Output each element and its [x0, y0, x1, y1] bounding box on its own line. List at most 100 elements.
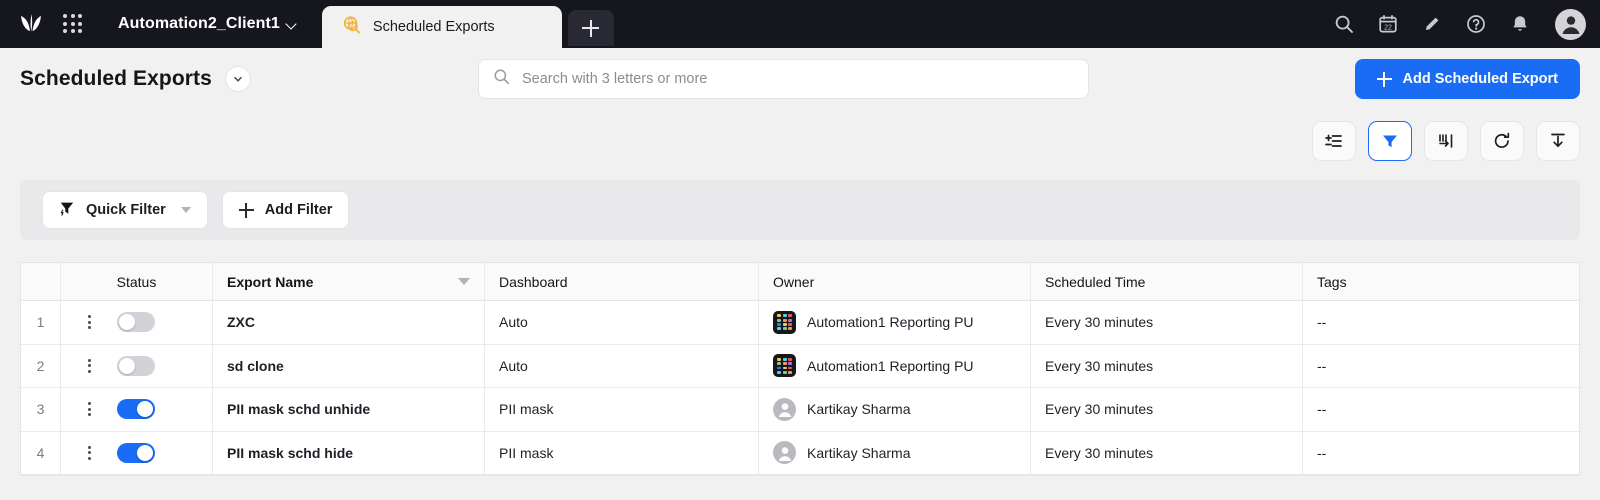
table-row[interactable]: 1 ZXC Auto Automation1 Reporting PU Ever… [21, 301, 1579, 345]
client-selector[interactable]: Automation2_Client1 [118, 15, 298, 33]
refresh-icon [1494, 132, 1510, 148]
search-icon [493, 68, 510, 90]
plus-icon [1376, 71, 1392, 87]
add-filter-button[interactable]: Add Filter [221, 191, 350, 229]
help-icon[interactable] [1465, 13, 1487, 35]
table-row[interactable]: 3 PII mask schd unhide PII mask Kartikay… [21, 388, 1579, 432]
user-avatar-icon[interactable] [1555, 8, 1586, 40]
row-index: 4 [21, 431, 61, 474]
globe-search-icon [342, 15, 361, 39]
row-owner: Automation1 Reporting PU [759, 344, 1031, 387]
status-toggle[interactable] [117, 399, 155, 420]
row-owner-label: Kartikay Sharma [807, 401, 911, 418]
header-status: Status [61, 263, 213, 300]
row-menu-icon[interactable] [79, 315, 99, 330]
caret-down-icon [180, 207, 191, 213]
row-dashboard: PII mask [485, 388, 759, 431]
row-tags: -- [1317, 357, 1327, 374]
filter-button[interactable] [1368, 121, 1412, 161]
leaf-logo-icon[interactable] [16, 9, 46, 39]
plus-icon [582, 19, 600, 37]
row-dashboard: Auto [485, 344, 759, 387]
status-toggle[interactable] [117, 442, 155, 463]
page-title: Scheduled Exports [20, 67, 212, 90]
caret-down-icon[interactable] [458, 278, 470, 285]
header-scheduled-time: Scheduled Time [1031, 263, 1303, 300]
header-tags: Tags [1317, 273, 1347, 290]
row-dashboard: Auto [485, 301, 759, 344]
add-filter-label: Add Filter [264, 202, 333, 218]
row-tags: -- [1317, 444, 1327, 461]
search-bar[interactable] [478, 59, 1089, 99]
quick-filter-label: Quick Filter [86, 202, 166, 218]
table-header-row: Status Export Name Dashboard Owner Sched… [21, 263, 1579, 301]
client-name-label: Automation2_Client1 [118, 15, 280, 32]
row-menu-icon[interactable] [79, 445, 99, 460]
row-menu-icon[interactable] [79, 358, 99, 373]
person-avatar [773, 397, 796, 421]
row-scheduled-time: Every 30 minutes [1031, 431, 1303, 474]
row-index: 3 [21, 388, 61, 431]
top-bar-actions: 22 [1333, 0, 1586, 48]
row-index: 2 [21, 344, 61, 387]
table-toolbar [0, 110, 1600, 172]
top-bar: Automation2_Client1 Scheduled Exports 22 [0, 0, 1600, 48]
chevron-down-icon [234, 76, 242, 82]
pencil-icon[interactable] [1421, 13, 1443, 35]
quick-filter-icon [59, 200, 75, 220]
tab-scheduled-exports[interactable]: Scheduled Exports [321, 6, 562, 48]
bell-icon[interactable] [1509, 13, 1531, 35]
pin-column-button[interactable] [1424, 121, 1468, 161]
add-scheduled-export-label: Add Scheduled Export [1402, 71, 1559, 87]
list-settings-icon [1325, 134, 1342, 147]
row-status [61, 301, 213, 344]
chevron-down-icon [287, 19, 298, 30]
search-icon[interactable] [1333, 13, 1355, 35]
export-button[interactable] [1536, 121, 1580, 161]
refresh-button[interactable] [1480, 121, 1524, 161]
column-settings-button[interactable] [1312, 121, 1356, 161]
app-tile-avatar [773, 354, 796, 378]
status-toggle[interactable] [117, 355, 155, 376]
search-input[interactable] [522, 71, 1074, 87]
row-export-name: PII mask schd unhide [213, 388, 485, 431]
table-row[interactable]: 2 sd clone Auto Automation1 Reporting PU… [21, 344, 1579, 388]
row-owner: Automation1 Reporting PU [759, 301, 1031, 344]
row-tags: -- [1317, 314, 1327, 331]
add-scheduled-export-button[interactable]: Add Scheduled Export [1354, 59, 1580, 99]
calendar-icon[interactable]: 22 [1377, 13, 1399, 35]
header-export-name[interactable]: Export Name [213, 263, 485, 300]
quick-filter-dropdown[interactable]: Quick Filter [42, 191, 208, 229]
row-scheduled-time: Every 30 minutes [1031, 388, 1303, 431]
tab-label: Scheduled Exports [372, 19, 495, 35]
filter-icon [1383, 135, 1397, 148]
row-dashboard: PII mask [485, 431, 759, 474]
row-export-name: ZXC [213, 301, 485, 344]
row-owner: Kartikay Sharma [759, 431, 1031, 474]
scheduled-exports-table: Status Export Name Dashboard Owner Sched… [20, 262, 1580, 476]
header-dashboard: Dashboard [485, 263, 759, 300]
row-status [61, 431, 213, 474]
row-export-name: sd clone [213, 344, 485, 387]
row-status [61, 388, 213, 431]
person-avatar [773, 441, 796, 465]
row-owner: Kartikay Sharma [759, 388, 1031, 431]
status-toggle[interactable] [117, 312, 155, 333]
app-tile-avatar [773, 310, 796, 334]
row-owner-label: Automation1 Reporting PU [807, 314, 974, 331]
table-row[interactable]: 4 PII mask schd hide PII mask Kartikay S… [21, 431, 1579, 475]
row-owner-label: Kartikay Sharma [807, 444, 911, 461]
row-menu-icon[interactable] [79, 402, 99, 417]
new-tab-button[interactable] [567, 10, 614, 46]
download-icon [1551, 133, 1565, 148]
row-scheduled-time: Every 30 minutes [1031, 344, 1303, 387]
row-index: 1 [21, 301, 61, 344]
app-grid-icon[interactable] [60, 11, 86, 37]
row-status [61, 344, 213, 387]
header-owner: Owner [759, 263, 1031, 300]
row-tags: -- [1317, 401, 1327, 418]
row-owner-label: Automation1 Reporting PU [807, 357, 974, 374]
page-title-dropdown[interactable] [224, 66, 251, 92]
top-bar-left: Automation2_Client1 [0, 0, 298, 48]
pin-column-icon [1439, 134, 1453, 148]
